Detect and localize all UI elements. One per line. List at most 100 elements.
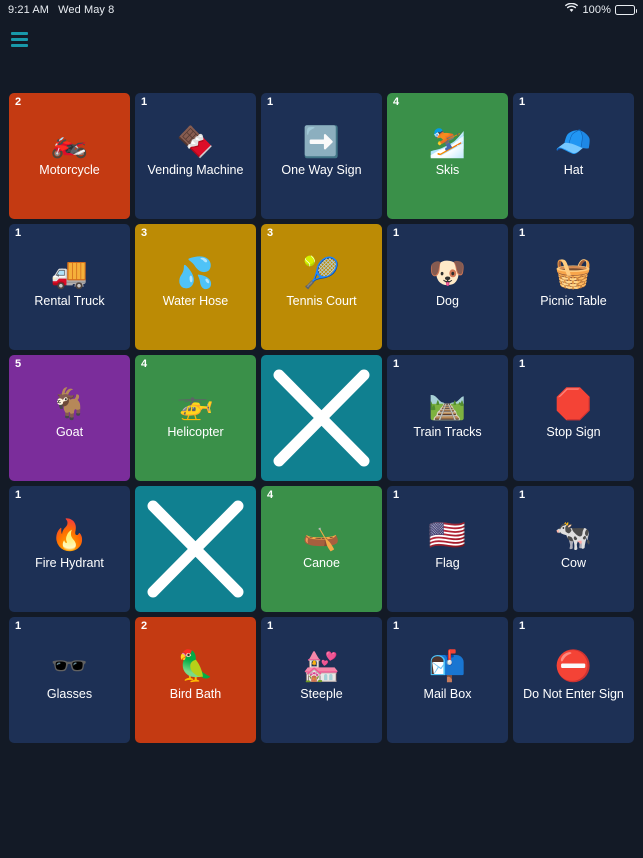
tile-label: Hat [563, 163, 584, 177]
tile-emoji-icon: 🐶 [428, 256, 467, 291]
battery-percent-label: 100% [582, 3, 611, 16]
bingo-tile[interactable]: 5 🐐 Goat [9, 355, 130, 481]
tile-count-badge: 1 [267, 620, 274, 632]
tile-emoji-icon: 💒 [302, 649, 341, 684]
bingo-tile[interactable] [261, 355, 382, 481]
bingo-tile[interactable]: 1 ⛔ Do Not Enter Sign [513, 617, 634, 743]
bingo-tile[interactable]: 1 🇺🇸 Flag [387, 486, 508, 612]
tile-count-badge: 1 [15, 227, 22, 239]
tile-label: Goat [55, 425, 84, 439]
tile-label: One Way Sign [281, 163, 362, 177]
tile-label: Mail Box [423, 687, 472, 701]
tile-label: Do Not Enter Sign [523, 687, 624, 701]
marked-cross-icon [147, 500, 244, 598]
bingo-tile[interactable]: 2 🦜 Bird Bath [135, 617, 256, 743]
tile-label: Canoe [303, 556, 340, 570]
tile-count-badge: 1 [393, 358, 400, 370]
tile-count-badge: 1 [15, 489, 22, 501]
bingo-tile[interactable]: 2 🏍️ Motorcycle [9, 93, 130, 219]
bingo-tile[interactable]: 1 🧢 Hat [513, 93, 634, 219]
tile-count-badge: 1 [519, 489, 526, 501]
tile-label: Stop Sign [546, 425, 601, 439]
bingo-tile[interactable]: 4 🛶 Canoe [261, 486, 382, 612]
tile-count-badge: 1 [15, 620, 22, 632]
tile-label: Vending Machine [147, 163, 244, 177]
tile-count-badge: 2 [15, 96, 22, 108]
tile-emoji-icon: 🇺🇸 [428, 518, 467, 553]
tile-emoji-icon: ➡️ [302, 125, 341, 160]
tile-count-badge: 1 [519, 620, 526, 632]
tile-count-badge: 1 [141, 96, 148, 108]
tile-count-badge: 1 [393, 227, 400, 239]
hamburger-menu-icon[interactable] [11, 31, 28, 47]
tile-count-badge: 4 [393, 96, 400, 108]
tile-count-badge: 4 [141, 358, 148, 370]
tile-count-badge: 5 [15, 358, 22, 370]
tile-emoji-icon: 🚚 [50, 256, 89, 291]
tile-count-badge: 1 [267, 96, 274, 108]
tile-emoji-icon: 🐐 [50, 387, 89, 422]
tile-label: Tennis Court [286, 294, 357, 308]
tile-emoji-icon: 🏍️ [50, 125, 89, 160]
bingo-tile[interactable]: 1 🛑 Stop Sign [513, 355, 634, 481]
bingo-tile[interactable]: 4 🚁 Helicopter [135, 355, 256, 481]
bingo-tile[interactable]: 3 💦 Water Hose [135, 224, 256, 350]
bingo-board-grid: 2 🏍️ Motorcycle 1 🍫 Vending Machine 1 ➡️ One Way… [0, 93, 643, 743]
bingo-tile[interactable]: 1 🛤️ Train Tracks [387, 355, 508, 481]
tile-emoji-icon: 🛤️ [428, 387, 467, 422]
tile-emoji-icon: 🧢 [554, 125, 593, 160]
tile-count-badge: 1 [519, 358, 526, 370]
tile-label: Flag [435, 556, 460, 570]
status-bar-right: 100% [565, 2, 637, 16]
tile-count-badge: 1 [519, 96, 526, 108]
status-date: Wed May 8 [58, 3, 115, 16]
bingo-tile[interactable]: 4 ⛷️ Skis [387, 93, 508, 219]
tile-label: Rental Truck [34, 294, 105, 308]
tile-count-badge: 3 [141, 227, 148, 239]
tile-count-badge: 4 [267, 489, 274, 501]
tile-label: Motorcycle [39, 163, 100, 177]
tile-emoji-icon: 🛶 [302, 518, 341, 553]
bingo-tile[interactable]: 1 🍫 Vending Machine [135, 93, 256, 219]
tile-emoji-icon: ⛷️ [428, 125, 467, 160]
bingo-tile[interactable]: 1 🚚 Rental Truck [9, 224, 130, 350]
tile-emoji-icon: 📬 [428, 649, 467, 684]
bingo-tile[interactable]: 1 ➡️ One Way Sign [261, 93, 382, 219]
bingo-tile[interactable]: 1 🐶 Dog [387, 224, 508, 350]
battery-full-icon [615, 4, 637, 15]
tile-label: Picnic Table [540, 294, 607, 308]
tile-label: Train Tracks [413, 425, 482, 439]
tile-label: Skis [435, 163, 460, 177]
tile-emoji-icon: ⛔ [554, 649, 593, 684]
wifi-icon [565, 2, 579, 16]
tile-emoji-icon: 🍫 [176, 125, 215, 160]
tile-label: Glasses [46, 687, 93, 701]
tile-count-badge: 2 [141, 620, 148, 632]
bingo-tile[interactable]: 1 🔥 Fire Hydrant [9, 486, 130, 612]
app-nav-bar [0, 19, 643, 59]
bingo-tile[interactable]: 1 🕶️ Glasses [9, 617, 130, 743]
status-time: 9:21 AM [8, 3, 50, 16]
tile-label: Cow [560, 556, 586, 570]
bingo-tile[interactable]: 1 🧺 Picnic Table [513, 224, 634, 350]
tile-emoji-icon: 🐄 [554, 518, 593, 553]
tile-emoji-icon: 🚁 [176, 387, 215, 422]
status-bar: 9:21 AM Wed May 8 100% [0, 0, 643, 19]
tile-count-badge: 1 [519, 227, 526, 239]
tile-emoji-icon: 🧺 [554, 256, 593, 291]
tile-count-badge: 3 [267, 227, 274, 239]
tile-emoji-icon: 🔥 [50, 518, 89, 553]
tile-emoji-icon: 🛑 [554, 387, 593, 422]
tile-emoji-icon: 🎾 [302, 256, 341, 291]
bingo-tile[interactable] [135, 486, 256, 612]
tile-count-badge: 1 [393, 489, 400, 501]
bingo-tile[interactable]: 1 📬 Mail Box [387, 617, 508, 743]
tile-label: Helicopter [167, 425, 224, 439]
bingo-tile[interactable]: 1 💒 Steeple [261, 617, 382, 743]
bingo-tile[interactable]: 3 🎾 Tennis Court [261, 224, 382, 350]
tile-count-badge: 1 [393, 620, 400, 632]
marked-cross-icon [273, 369, 370, 467]
tile-label: Dog [436, 294, 459, 308]
tile-label: Steeple [300, 687, 343, 701]
bingo-tile[interactable]: 1 🐄 Cow [513, 486, 634, 612]
